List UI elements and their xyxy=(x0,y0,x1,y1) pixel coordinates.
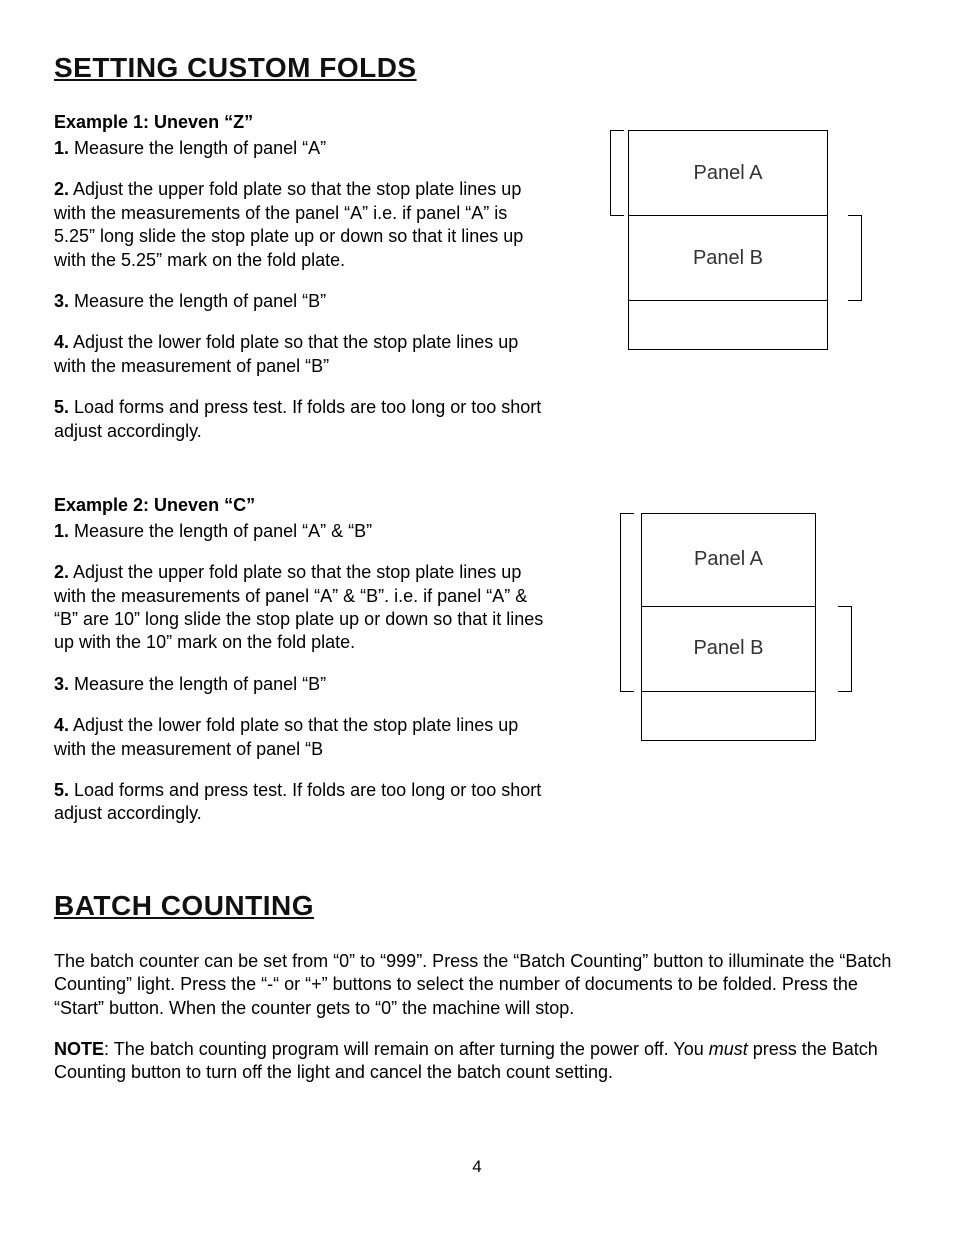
example-1-step-2: 2. Adjust the upper fold plate so that t… xyxy=(54,178,544,272)
example-2-diagram-col: Panel A Panel B xyxy=(572,495,900,743)
bracket-b-icon xyxy=(848,215,862,301)
example-2-step-4: 4. Adjust the lower fold plate so that t… xyxy=(54,714,544,761)
panel-a-box: Panel A xyxy=(628,130,828,216)
step-number: 5. xyxy=(54,397,69,417)
bracket-a-icon xyxy=(610,130,624,216)
step-text: Measure the length of panel “B” xyxy=(69,291,326,311)
section-heading-custom-folds: Setting Custom Folds xyxy=(54,52,900,84)
c-fold-diagram: Panel A Panel B xyxy=(606,513,866,743)
panel-b-box: Panel B xyxy=(628,215,828,301)
step-text: Adjust the lower fold plate so that the … xyxy=(54,332,518,375)
step-number: 3. xyxy=(54,674,69,694)
example-1-step-3: 3. Measure the length of panel “B” xyxy=(54,290,544,313)
example-2-title: Example 2: Uneven “C” xyxy=(54,495,544,516)
panel-c-box xyxy=(641,691,816,741)
example-1-text: Example 1: Uneven “Z” 1. Measure the len… xyxy=(54,112,544,461)
step-number: 4. xyxy=(54,332,69,352)
z-fold-diagram: Panel A Panel B xyxy=(606,130,866,360)
panel-b-label: Panel B xyxy=(693,247,763,270)
example-2-step-3: 3. Measure the length of panel “B” xyxy=(54,673,544,696)
batch-note: NOTE: The batch counting program will re… xyxy=(54,1038,900,1085)
example-2-text: Example 2: Uneven “C” 1. Measure the len… xyxy=(54,495,544,844)
panel-a-label: Panel A xyxy=(694,548,763,571)
example-2-step-2: 2. Adjust the upper fold plate so that t… xyxy=(54,561,544,655)
note-text-before: : The batch counting program will remain… xyxy=(104,1039,709,1059)
batch-paragraph-1: The batch counter can be set from “0” to… xyxy=(54,950,900,1020)
step-text: Measure the length of panel “A” xyxy=(69,138,326,158)
example-1-diagram-col: Panel A Panel B xyxy=(572,112,900,360)
panel-a-label: Panel A xyxy=(694,162,763,185)
step-number: 1. xyxy=(54,138,69,158)
example-1-step-4: 4. Adjust the lower fold plate so that t… xyxy=(54,331,544,378)
example-1-title: Example 1: Uneven “Z” xyxy=(54,112,544,133)
step-text: Adjust the lower fold plate so that the … xyxy=(54,715,518,758)
step-number: 2. xyxy=(54,562,69,582)
step-number: 5. xyxy=(54,780,69,800)
step-text: Load forms and press test. If folds are … xyxy=(54,397,541,440)
note-text-italic: must xyxy=(709,1039,748,1059)
section-heading-batch-counting: Batch Counting xyxy=(54,890,900,922)
example-1-block: Example 1: Uneven “Z” 1. Measure the len… xyxy=(54,112,900,461)
note-label: NOTE xyxy=(54,1039,104,1059)
example-2-step-1: 1. Measure the length of panel “A” & “B” xyxy=(54,520,544,543)
panel-c-box xyxy=(628,300,828,350)
panel-a-box: Panel A xyxy=(641,513,816,607)
example-1-step-1: 1. Measure the length of panel “A” xyxy=(54,137,544,160)
step-text: Load forms and press test. If folds are … xyxy=(54,780,541,823)
step-number: 2. xyxy=(54,179,69,199)
step-number: 3. xyxy=(54,291,69,311)
example-2-step-5: 5. Load forms and press test. If folds a… xyxy=(54,779,544,826)
panel-b-box: Panel B xyxy=(641,606,816,692)
step-text: Measure the length of panel “B” xyxy=(69,674,326,694)
step-text: Adjust the upper fold plate so that the … xyxy=(54,562,543,652)
example-2-block: Example 2: Uneven “C” 1. Measure the len… xyxy=(54,495,900,844)
bracket-ab-icon xyxy=(620,513,634,692)
step-number: 4. xyxy=(54,715,69,735)
step-number: 1. xyxy=(54,521,69,541)
document-page: Setting Custom Folds Example 1: Uneven “… xyxy=(0,0,954,1235)
panel-b-label: Panel B xyxy=(693,637,763,660)
step-text: Adjust the upper fold plate so that the … xyxy=(54,179,523,269)
page-number: 4 xyxy=(0,1157,954,1177)
bracket-b-icon xyxy=(838,606,852,692)
step-text: Measure the length of panel “A” & “B” xyxy=(69,521,372,541)
example-1-step-5: 5. Load forms and press test. If folds a… xyxy=(54,396,544,443)
